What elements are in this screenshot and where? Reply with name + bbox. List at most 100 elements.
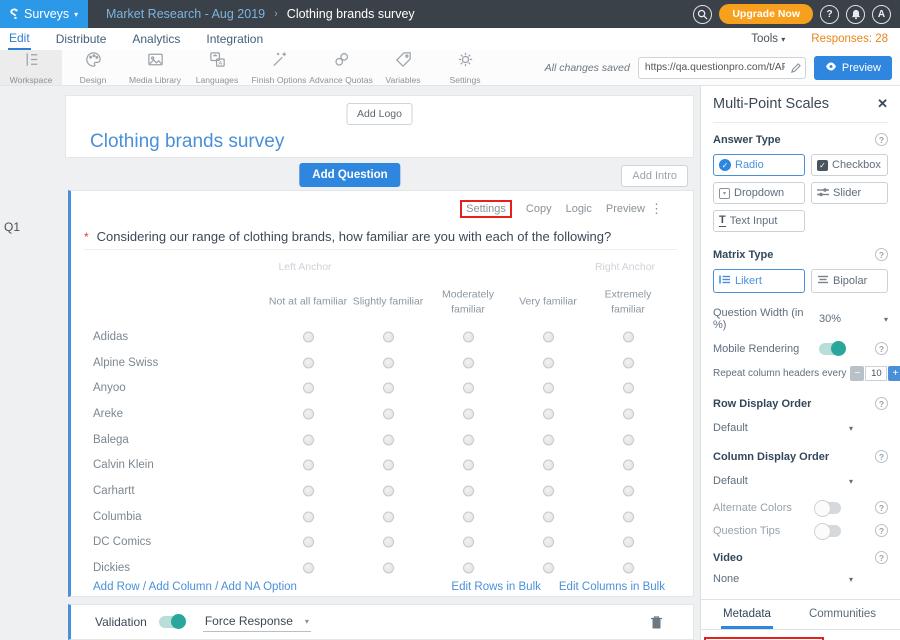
radio-option[interactable] [463,408,474,419]
radio-option[interactable] [623,408,634,419]
radio-option[interactable] [303,408,314,419]
radio-option[interactable] [303,357,314,368]
trash-icon[interactable] [650,615,663,635]
search-icon[interactable] [693,5,712,24]
toolbar-item-media-library[interactable]: Media Library [124,50,186,85]
edit-rows-in-bulk-link[interactable]: Edit Rows in Bulk [451,581,540,593]
radio-option[interactable] [463,383,474,394]
radio-option[interactable] [463,511,474,522]
close-icon[interactable]: ✕ [877,96,888,112]
alternate-colors-toggle[interactable] [815,502,841,514]
radio-option[interactable] [463,331,474,342]
help-icon[interactable]: ? [875,248,888,261]
pencil-icon[interactable] [790,61,801,79]
radio-option[interactable] [383,357,394,368]
question-settings-button[interactable]: Settings [460,200,512,218]
survey-url-input[interactable] [638,57,806,79]
help-icon[interactable]: ? [875,342,888,355]
radio-option[interactable] [543,383,554,394]
breadcrumb-folder[interactable]: Market Research - Aug 2019 [106,7,265,21]
radio-option[interactable] [463,357,474,368]
tab-edit[interactable]: Edit [8,29,31,50]
radio-option[interactable] [623,434,634,445]
toolbar-item-finish-options[interactable]: Finish Options [248,50,310,85]
radio-option[interactable] [383,434,394,445]
minus-button[interactable]: − [850,366,864,381]
matrix-type-likert[interactable]: Likert [713,269,805,293]
question-text[interactable]: Considering our range of clothing brands… [97,229,612,244]
radio-option[interactable] [623,537,634,548]
mobile-rendering-toggle[interactable] [819,343,845,355]
repeat-headers-value[interactable]: 10 [865,366,887,381]
avatar[interactable]: A [872,5,891,24]
tab-communities[interactable]: Communities [807,600,878,629]
radio-option[interactable] [303,511,314,522]
tools-menu[interactable]: Tools ▾ [751,33,785,45]
radio-option[interactable] [543,563,554,574]
question-preview-button[interactable]: Preview [606,203,645,215]
radio-option[interactable] [463,485,474,496]
question-copy-button[interactable]: Copy [526,203,552,215]
radio-option[interactable] [383,408,394,419]
answer-type-checkbox[interactable]: ✓ Checkbox [811,154,888,176]
answer-type-text-input[interactable]: T Text Input [713,210,805,232]
add-link-add-row[interactable]: Add Row [93,581,140,593]
radio-option[interactable] [543,460,554,471]
question-tips-toggle[interactable] [815,525,841,537]
plus-button[interactable]: + [888,366,900,381]
radio-option[interactable] [623,563,634,574]
radio-option[interactable] [383,460,394,471]
radio-option[interactable] [463,434,474,445]
radio-option[interactable] [623,331,634,342]
radio-option[interactable] [543,511,554,522]
video-select[interactable]: None ▾ [713,573,853,585]
radio-option[interactable] [543,434,554,445]
radio-option[interactable] [463,563,474,574]
question-logic-button[interactable]: Logic [566,203,592,215]
survey-title[interactable]: Clothing brands survey [90,131,284,153]
answer-type-slider[interactable]: Slider [811,182,888,204]
radio-option[interactable] [543,537,554,548]
add-intro-button[interactable]: Add Intro [621,165,688,187]
toolbar-item-variables[interactable]: Variables [372,50,434,85]
toolbar-item-design[interactable]: Design [62,50,124,85]
validation-select[interactable]: Force Response ▾ [203,612,311,632]
tab-analytics[interactable]: Analytics [131,30,181,49]
help-icon[interactable]: ? [875,501,888,514]
add-logo-button[interactable]: Add Logo [346,103,413,125]
column-display-order-select[interactable]: Default ▾ [713,475,853,487]
radio-option[interactable] [383,383,394,394]
toolbar-item-advance-quotas[interactable]: Advance Quotas [310,50,372,85]
radio-option[interactable] [543,408,554,419]
help-icon[interactable]: ? [875,397,888,410]
radio-option[interactable] [383,331,394,342]
radio-option[interactable] [623,511,634,522]
tab-distribute[interactable]: Distribute [55,30,108,49]
radio-option[interactable] [463,460,474,471]
answer-type-radio[interactable]: ✓ Radio [713,154,805,176]
radio-option[interactable] [303,331,314,342]
radio-option[interactable] [303,537,314,548]
radio-option[interactable] [383,537,394,548]
add-link-add-column[interactable]: Add Column [149,581,212,593]
answer-type-dropdown[interactable]: ▾ Dropdown [713,182,805,204]
validation-toggle[interactable] [159,616,185,628]
radio-option[interactable] [463,537,474,548]
add-question-button[interactable]: Add Question [299,163,400,187]
toolbar-item-languages[interactable]: A Languages [186,50,248,85]
help-icon[interactable]: ? [875,133,888,146]
more-options-icon[interactable]: ⋮ [650,201,663,217]
help-icon[interactable]: ? [875,450,888,463]
add-link-add-na-option[interactable]: Add NA Option [221,581,297,593]
radio-option[interactable] [543,357,554,368]
radio-option[interactable] [303,434,314,445]
radio-option[interactable] [303,383,314,394]
radio-option[interactable] [383,485,394,496]
toolbar-item-workspace[interactable]: Workspace [0,50,62,85]
radio-option[interactable] [543,331,554,342]
responses-count[interactable]: Responses: 28 [811,33,888,45]
chevron-down-icon[interactable]: ▾ [884,315,888,324]
radio-option[interactable] [623,383,634,394]
help-icon[interactable]: ? [875,524,888,537]
radio-option[interactable] [623,460,634,471]
